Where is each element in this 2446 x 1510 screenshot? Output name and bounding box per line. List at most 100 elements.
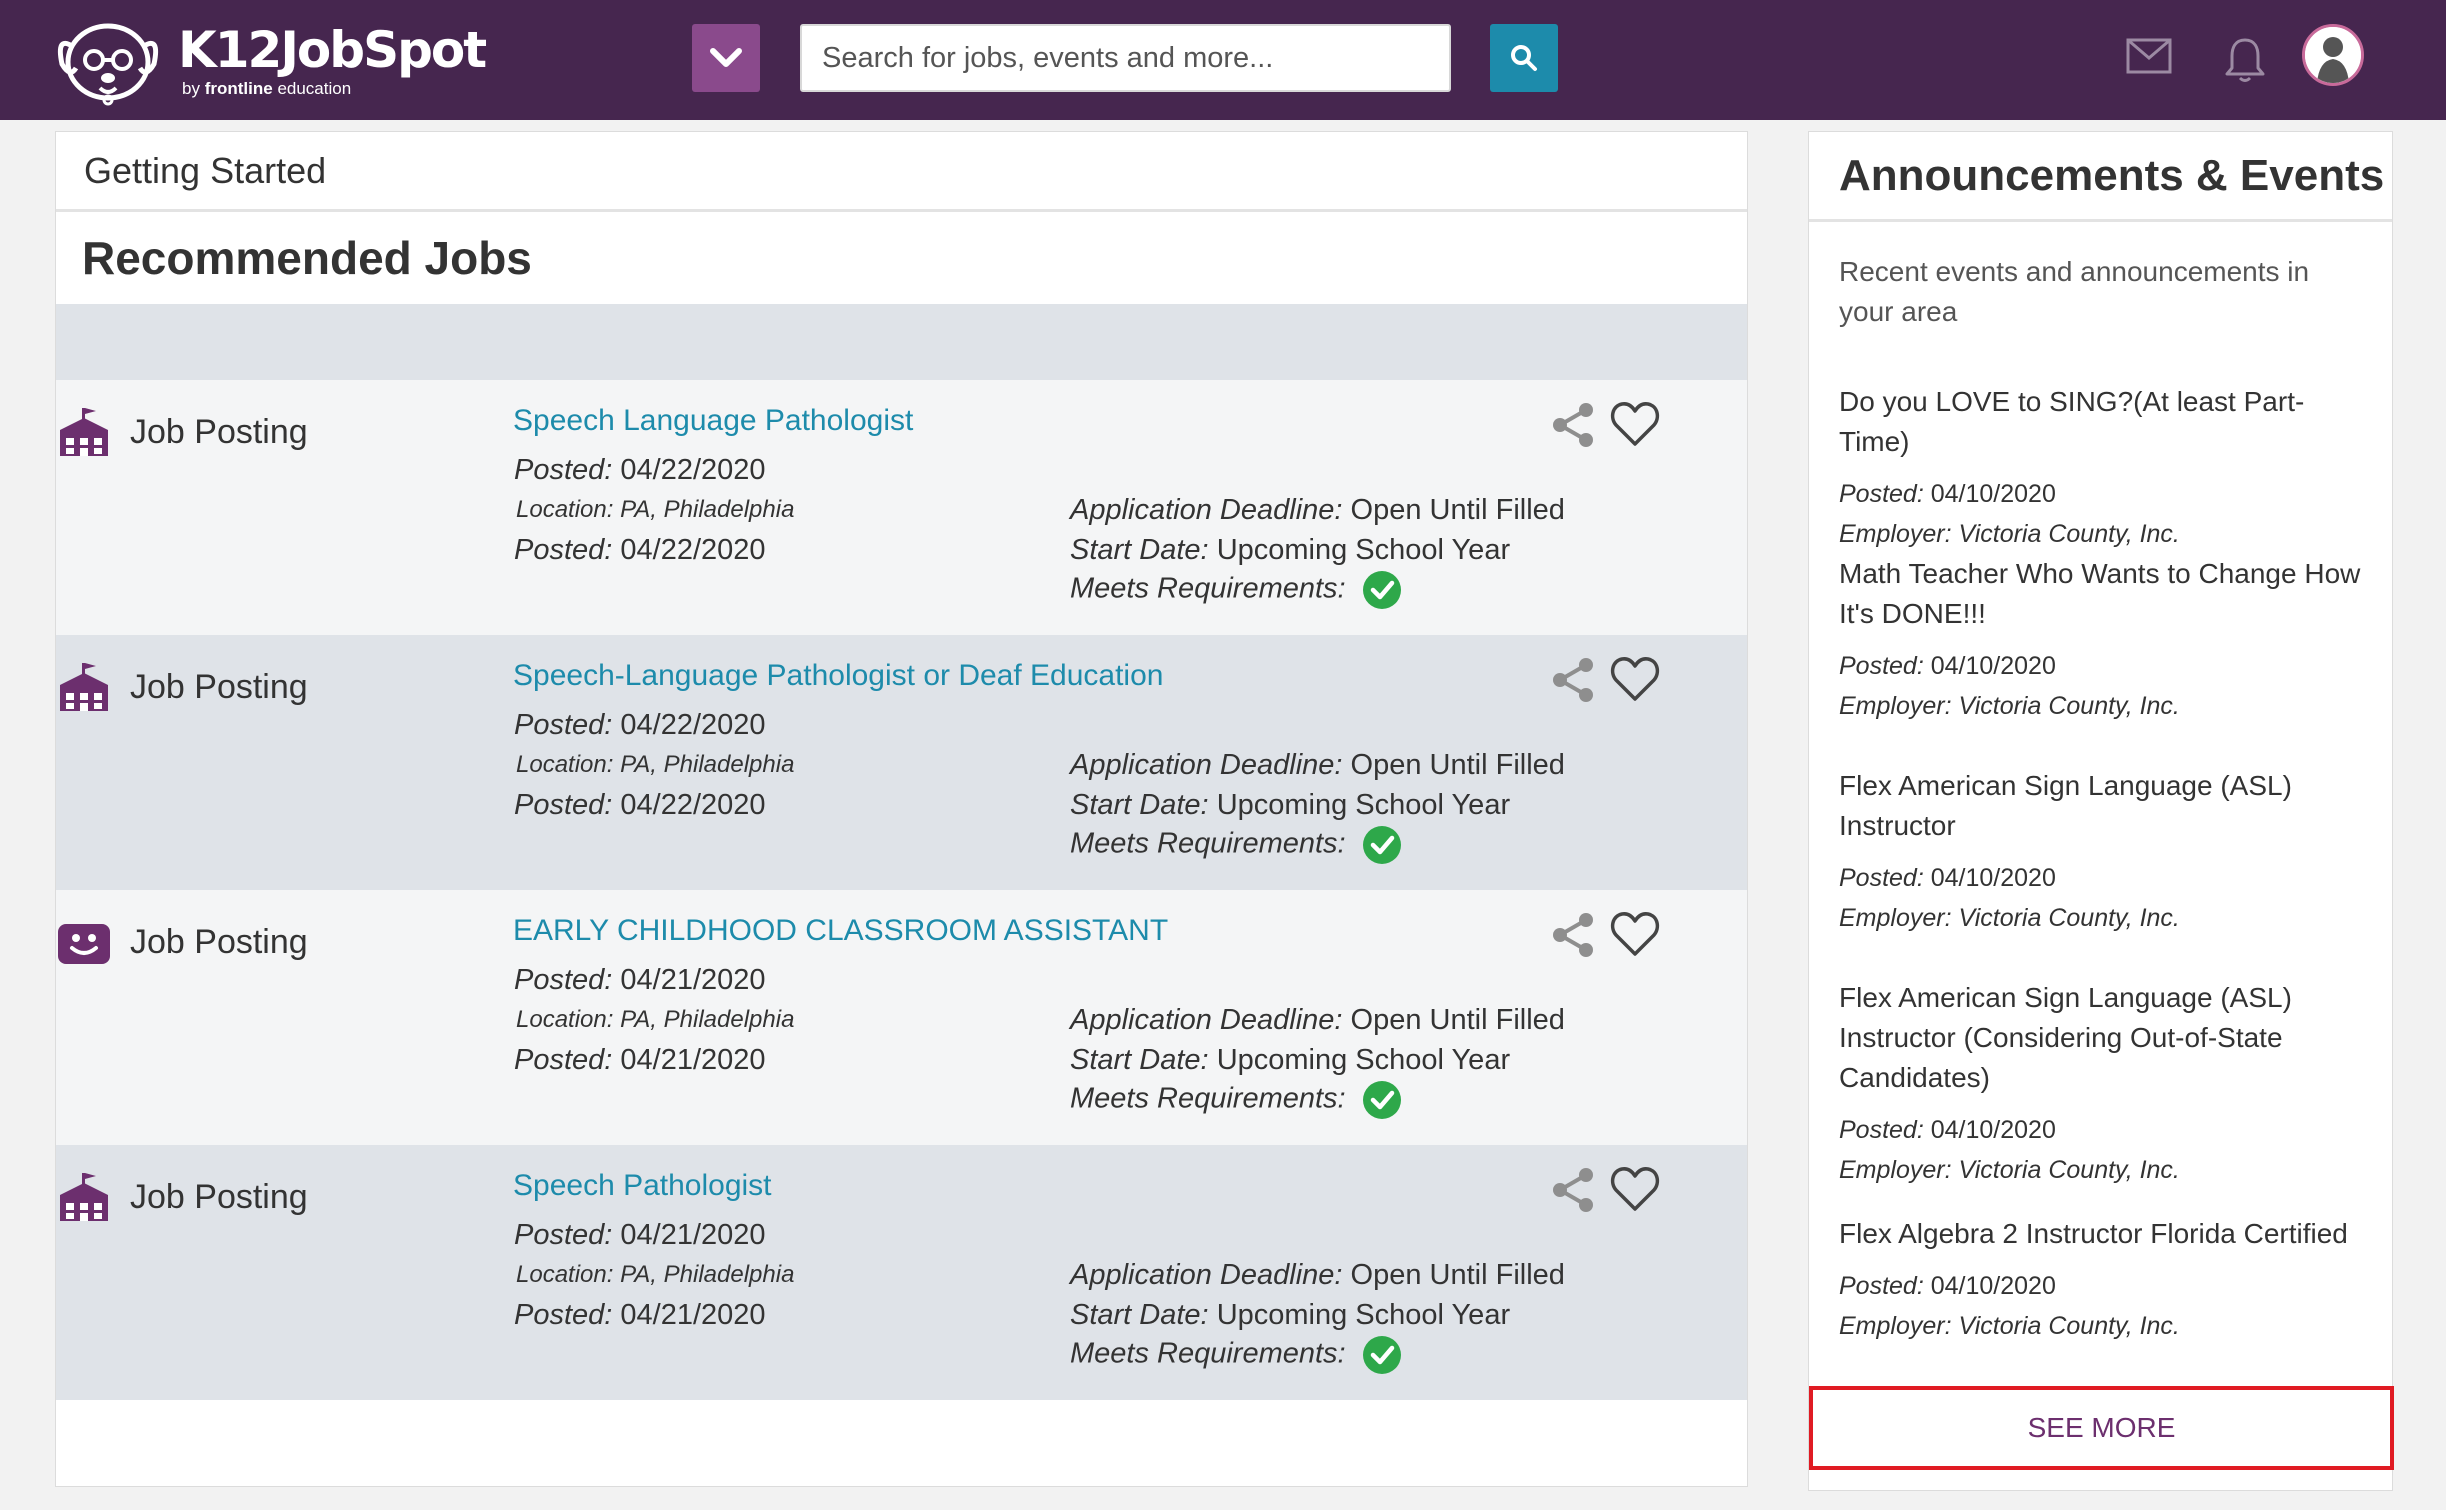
announcement-title[interactable]: Flex American Sign Language (ASL) Instru… xyxy=(1839,766,2369,846)
school-building-icon xyxy=(60,408,108,456)
announcement-title[interactable]: Flex American Sign Language (ASL) Instru… xyxy=(1839,978,2369,1098)
meets-label: Meets Requirements: xyxy=(1070,827,1346,860)
posted-label: Posted: xyxy=(1839,1272,1924,1300)
search-button[interactable] xyxy=(1490,24,1558,92)
job-type-label: Job Posting xyxy=(130,922,308,961)
deadline-label: Application Deadline: xyxy=(1070,494,1343,526)
k12jobspot-logo[interactable]: K12JobSpot by frontline education xyxy=(52,16,487,106)
job-row[interactable]: Job Posting EARLY CHILDHOOD CLASSROOM ASS… xyxy=(56,890,1747,1145)
posted-date-secondary: Posted: 04/21/2020 xyxy=(514,1299,766,1332)
posted-value: 04/22/2020 xyxy=(620,534,766,566)
posted-value: 04/10/2020 xyxy=(1930,480,2056,508)
main-content-panel: Getting Started Recommended Jobs Job Pos… xyxy=(55,131,1748,1487)
heart-favorite-icon[interactable] xyxy=(1610,1165,1660,1213)
logo-brand: frontline xyxy=(204,79,273,98)
school-building-icon xyxy=(60,1173,108,1221)
job-row[interactable]: Job Posting Speech-Language Pathologist o… xyxy=(56,635,1747,890)
job-type: Job Posting xyxy=(56,1171,308,1223)
announcement-employer: Employer: Victoria County, Inc. xyxy=(1839,686,2369,726)
job-type: Job Posting xyxy=(56,661,308,713)
posted-date: Posted: 04/21/2020 xyxy=(514,964,766,997)
deadline-value: Open Until Filled xyxy=(1350,494,1565,526)
deadline-label: Application Deadline: xyxy=(1070,1259,1343,1291)
share-icon[interactable] xyxy=(1550,910,1596,960)
posted-value: 04/21/2020 xyxy=(620,1044,766,1076)
getting-started-heading[interactable]: Getting Started xyxy=(56,132,1747,212)
announcement-item[interactable]: Math Teacher Who Wants to Change How It'… xyxy=(1839,554,2369,726)
posted-value: 04/21/2020 xyxy=(620,1219,766,1251)
posted-label: Posted: xyxy=(514,1044,613,1076)
announcement-posted: Posted: 04/10/2020 xyxy=(1839,1266,2369,1306)
job-title-link[interactable]: EARLY CHILDHOOD CLASSROOM ASSISTANT xyxy=(513,914,1168,948)
job-type-label: Job Posting xyxy=(130,1177,308,1216)
heart-favorite-icon[interactable] xyxy=(1610,400,1660,448)
posted-label: Posted: xyxy=(514,1219,613,1251)
start-value: Upcoming School Year xyxy=(1216,789,1511,821)
meets-label: Meets Requirements: xyxy=(1070,1337,1346,1370)
posted-value: 04/21/2020 xyxy=(620,964,766,996)
menu-dropdown-button[interactable] xyxy=(692,24,760,92)
job-row[interactable]: Job Posting Speech Language Pathologist Po… xyxy=(56,380,1747,635)
logo-name: K12JobSpot xyxy=(178,21,487,79)
job-title-link[interactable]: Speech Pathologist xyxy=(513,1169,772,1203)
see-more-button[interactable]: SEE MORE xyxy=(1809,1386,2394,1470)
meets-label: Meets Requirements: xyxy=(1070,572,1346,605)
posted-date: Posted: 04/21/2020 xyxy=(514,1219,766,1252)
announcement-employer: Employer: Victoria County, Inc. xyxy=(1839,514,2369,554)
job-location: Location: PA, Philadelphia xyxy=(516,1006,795,1033)
announcement-title[interactable]: Do you LOVE to SING?(At least Part-Time) xyxy=(1839,382,2369,462)
posted-value: 04/10/2020 xyxy=(1930,864,2056,892)
notifications-button[interactable] xyxy=(2222,34,2268,86)
search-input[interactable] xyxy=(800,24,1451,92)
employer-text: Employer: Victoria County, Inc. xyxy=(1839,692,2180,720)
job-type: Job Posting xyxy=(56,406,308,458)
announcement-item[interactable]: Flex Algebra 2 Instructor Florida Certif… xyxy=(1839,1214,2369,1346)
job-row[interactable]: Job Posting Speech Pathologist Posted: 04/… xyxy=(56,1145,1747,1400)
check-circle-icon xyxy=(1362,1336,1401,1374)
announcement-employer: Employer: Victoria County, Inc. xyxy=(1839,1150,2369,1190)
announcement-item[interactable]: Do you LOVE to SING?(At least Part-Time)… xyxy=(1839,382,2369,554)
user-avatar-button[interactable] xyxy=(2302,24,2364,86)
recommended-jobs-heading: Recommended Jobs xyxy=(82,232,532,284)
start-date: Start Date: Upcoming School Year xyxy=(1070,1299,1510,1332)
announcement-posted: Posted: 04/10/2020 xyxy=(1839,474,2369,514)
posted-label: Posted: xyxy=(1839,864,1924,892)
posted-date: Posted: 04/22/2020 xyxy=(514,709,766,742)
posted-value: 04/10/2020 xyxy=(1930,1272,2056,1300)
announcement-posted: Posted: 04/10/2020 xyxy=(1839,646,2369,686)
job-location: Location: PA, Philadelphia xyxy=(516,1261,795,1288)
list-header-strip xyxy=(56,304,1747,380)
announcement-item[interactable]: Flex American Sign Language (ASL) Instru… xyxy=(1839,978,2369,1190)
announcement-posted: Posted: 04/10/2020 xyxy=(1839,858,2369,898)
announcement-title[interactable]: Math Teacher Who Wants to Change How It'… xyxy=(1839,554,2369,634)
announcement-item[interactable]: Flex American Sign Language (ASL) Instru… xyxy=(1839,766,2369,938)
start-label: Start Date: xyxy=(1070,789,1209,821)
job-location: Location: PA, Philadelphia xyxy=(516,751,795,778)
meets-requirements: Meets Requirements: xyxy=(1070,570,1402,610)
job-title-link[interactable]: Speech Language Pathologist xyxy=(513,404,913,438)
announcement-title[interactable]: Flex Algebra 2 Instructor Florida Certif… xyxy=(1839,1214,2369,1254)
logo-tagline: by frontline education xyxy=(182,79,485,99)
posted-label: Posted: xyxy=(514,709,613,741)
logo-brand-suffix: education xyxy=(277,79,352,98)
heart-favorite-icon[interactable] xyxy=(1610,910,1660,958)
share-icon[interactable] xyxy=(1550,1165,1596,1215)
application-deadline: Application Deadline: Open Until Filled xyxy=(1070,1259,1565,1292)
job-title-link[interactable]: Speech-Language Pathologist or Deaf Educ… xyxy=(513,659,1163,693)
posted-value: 04/21/2020 xyxy=(620,1299,766,1331)
start-date: Start Date: Upcoming School Year xyxy=(1070,534,1510,567)
share-icon[interactable] xyxy=(1550,400,1596,450)
job-type-label: Job Posting xyxy=(130,667,308,706)
posted-label: Posted: xyxy=(1839,1116,1924,1144)
messages-button[interactable] xyxy=(2124,34,2174,78)
employer-text: Employer: Victoria County, Inc. xyxy=(1839,904,2180,932)
heart-favorite-icon[interactable] xyxy=(1610,655,1660,703)
meets-requirements: Meets Requirements: xyxy=(1070,1335,1402,1375)
posted-value: 04/10/2020 xyxy=(1930,652,2056,680)
posted-value: 04/22/2020 xyxy=(620,709,766,741)
deadline-value: Open Until Filled xyxy=(1350,1259,1565,1291)
share-icon[interactable] xyxy=(1550,655,1596,705)
posted-date-secondary: Posted: 04/21/2020 xyxy=(514,1044,766,1077)
logo-text: K12JobSpot by frontline education xyxy=(178,21,487,99)
logo-by-text: by xyxy=(182,79,200,98)
